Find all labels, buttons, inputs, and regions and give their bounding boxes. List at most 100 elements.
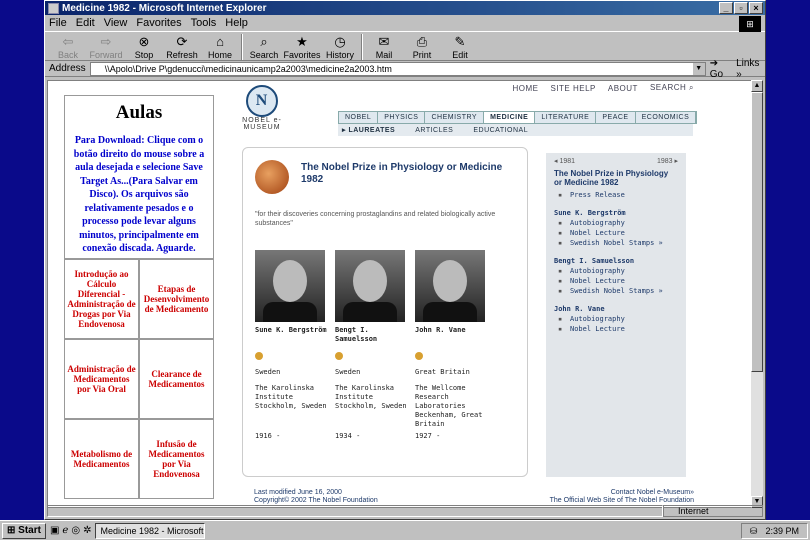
lesson-link[interactable]: Clearance de Medicamentos (139, 338, 214, 419)
tab-nobel[interactable]: NOBEL (339, 112, 379, 123)
maximize-button[interactable]: ▫ (734, 2, 748, 14)
back-button[interactable]: ⇦ Back (49, 34, 87, 60)
tab-literature[interactable]: LITERATURE (535, 112, 597, 123)
lesson-link[interactable]: Administração de Medicamentos por Via Or… (64, 338, 139, 419)
nav-about[interactable]: ABOUT (608, 84, 638, 93)
aulas-cell: Aulas Para Download: Clique com o botão … (64, 95, 214, 259)
autobiography-link[interactable]: Autobiography (554, 267, 678, 275)
tab-peace[interactable]: PEACE (596, 112, 636, 123)
medal-icon (255, 352, 263, 360)
menu-tools[interactable]: Tools (191, 17, 217, 29)
refresh-icon: ⟳ (176, 34, 188, 49)
nobel-lecture-link[interactable]: Nobel Lecture (554, 229, 678, 237)
laureate-name[interactable]: Bengt I. Samuelsson (335, 326, 407, 350)
sub-nav: ▸ LAUREATES ARTICLES EDUCATIONAL (338, 124, 693, 136)
mail-button[interactable]: ✉ Mail (365, 34, 403, 60)
vertical-scrollbar[interactable]: ▲ ▼ (751, 80, 763, 508)
print-icon: ⎙ (416, 34, 428, 49)
tab-medicine[interactable]: MEDICINE (484, 112, 536, 123)
scroll-up-arrow-icon[interactable]: ▲ (751, 80, 763, 92)
clock: 2:39 PM (765, 525, 799, 536)
refresh-button[interactable]: ⟳ Refresh (163, 34, 201, 60)
laureate-photo[interactable] (255, 250, 325, 322)
laureate-photo[interactable] (415, 250, 485, 322)
address-input[interactable]: \\Apolo\Drive P\gdenucci\medicinaunicamp… (89, 61, 706, 76)
laureate-country: Great Britain (415, 368, 470, 376)
stamps-link[interactable]: Swedish Nobel Stamps » (554, 287, 678, 295)
press-release-link[interactable]: Press Release (554, 191, 678, 199)
desktop-icon[interactable]: ▣ (50, 525, 59, 536)
official-site-link[interactable]: The Official Web Site of The Nobel Found… (550, 497, 694, 505)
laureate-column: Sune K. Bergström Sweden The Karolinska … (255, 250, 327, 441)
category-tabs: NOBEL PHYSICS CHEMISTRY MEDICINE LITERAT… (338, 111, 698, 124)
laureate-institution: The Karolinska Institute Stockholm, Swed… (255, 384, 327, 410)
laureate-born: 1934 - (335, 432, 361, 440)
subnav-laureates[interactable]: ▸ LAUREATES (342, 126, 395, 134)
autobiography-link[interactable]: Autobiography (554, 219, 678, 227)
menu-favorites[interactable]: Favorites (136, 17, 181, 29)
contact-link[interactable]: Contact Nobel e-Museum» (550, 489, 694, 497)
nobel-lecture-link[interactable]: Nobel Lecture (554, 277, 678, 285)
lesson-link[interactable]: Metabolismo de Medicamentos (64, 418, 139, 499)
forward-arrow-icon: ⇨ (100, 34, 112, 49)
links-button[interactable]: Links » (736, 58, 765, 80)
nobel-lecture-link[interactable]: Nobel Lecture (554, 325, 678, 333)
edit-button[interactable]: ✎ Edit (441, 34, 479, 60)
status-text (47, 505, 663, 517)
lesson-link[interactable]: Infusão de Medicamentos por Via Endoveno… (139, 418, 214, 499)
home-button[interactable]: ⌂ Home (201, 34, 239, 60)
subnav-educational[interactable]: EDUCATIONAL (473, 127, 528, 134)
prize-card: The Nobel Prize in Physiology or Medicin… (242, 147, 528, 477)
lesson-grid: Introdução ao Cálculo Diferencial - Admi… (64, 258, 214, 499)
autobiography-link[interactable]: Autobiography (554, 315, 678, 323)
favorites-icon: ★ (296, 34, 308, 49)
laureate-name[interactable]: Sune K. Bergström (255, 326, 327, 350)
media-icon[interactable]: ✲ (83, 525, 91, 536)
search-button[interactable]: ⌕ Search (245, 34, 283, 60)
nav-home[interactable]: HOME (512, 84, 538, 93)
favorites-button[interactable]: ★ Favorites (283, 34, 321, 60)
lesson-link[interactable]: Introdução ao Cálculo Diferencial - Admi… (64, 258, 139, 339)
stop-button[interactable]: ⊗ Stop (125, 34, 163, 60)
prev-year-link[interactable]: ◂ 1981 (554, 157, 575, 165)
laureate-born: 1927 - (415, 432, 441, 440)
task-button-ie[interactable]: Medicine 1982 - Microsoft ... (95, 522, 206, 539)
next-year-link[interactable]: 1983 ▸ (657, 157, 678, 165)
start-button[interactable]: ⊞ Start (2, 522, 46, 539)
close-button[interactable]: × (749, 2, 763, 14)
tab-economics[interactable]: ECONOMICS (635, 112, 697, 123)
laureate-photo[interactable] (335, 250, 405, 322)
lesson-link[interactable]: Etapas de Desenvolvimento de Medicamento (139, 258, 214, 339)
forward-button[interactable]: ⇨ Forward (87, 34, 125, 60)
chevron-down-icon[interactable]: ▼ (692, 62, 705, 75)
history-button[interactable]: ◷ History (321, 34, 359, 60)
go-button[interactable]: ➔ Go (710, 58, 732, 80)
search-icon: ⌕ (689, 83, 694, 92)
subnav-articles[interactable]: ARTICLES (415, 127, 453, 134)
stamps-link[interactable]: Swedish Nobel Stamps » (554, 239, 678, 247)
menu-edit[interactable]: Edit (76, 17, 95, 29)
nav-search[interactable]: SEARCH ⌕ (650, 83, 694, 93)
tray-icon[interactable]: ⛁ (750, 524, 758, 538)
home-icon: ⌂ (216, 34, 224, 49)
nav-site-help[interactable]: SITE HELP (550, 84, 595, 93)
tab-physics[interactable]: PHYSICS (378, 112, 426, 123)
outlook-icon[interactable]: ◎ (71, 525, 80, 536)
sidebar-laureate-name: John R. Vane (554, 305, 605, 313)
nobel-emblem-icon: N (246, 85, 278, 117)
scroll-thumb[interactable] (751, 92, 763, 372)
laureate-column: John R. Vane Great Britain The Wellcome … (415, 250, 487, 441)
address-label: Address (49, 63, 86, 74)
menu-help[interactable]: Help (225, 17, 248, 29)
top-nav: HOME SITE HELP ABOUT SEARCH ⌕ (228, 81, 700, 95)
minimize-button[interactable]: _ (719, 2, 733, 14)
print-button[interactable]: ⎙ Print (403, 34, 441, 60)
menu-view[interactable]: View (104, 17, 128, 29)
menu-file[interactable]: File (49, 17, 67, 29)
laureate-name[interactable]: John R. Vane (415, 326, 487, 350)
page-footer: Last modified June 16, 2000 Copyright© 2… (254, 489, 694, 505)
ie-icon[interactable]: ℯ (62, 525, 68, 536)
nobel-logo[interactable]: N NOBEL e-MUSEUM (230, 85, 294, 131)
tab-chemistry[interactable]: CHEMISTRY (425, 112, 485, 123)
laureate-born: 1916 - (255, 432, 281, 440)
